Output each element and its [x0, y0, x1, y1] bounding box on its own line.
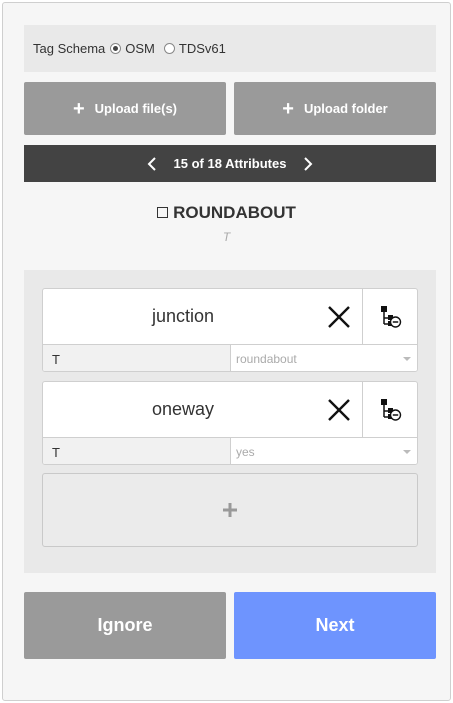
- chevron-down-icon: [403, 357, 411, 361]
- osm-radio[interactable]: [110, 43, 122, 54]
- tdsv61-radio-label: TDSv61: [178, 41, 226, 56]
- tag-card-oneway: oneway T yes: [42, 381, 418, 465]
- ignore-button[interactable]: Ignore: [24, 592, 226, 659]
- tag-value: yes: [236, 445, 255, 459]
- chevron-right-icon[interactable]: [298, 154, 318, 174]
- upload-files-label: Upload file(s): [94, 101, 178, 116]
- tag-card-junction: junction T roundabout: [42, 288, 418, 372]
- tag-schema-label: Tag Schema: [33, 41, 106, 56]
- schema-option-osm[interactable]: OSM: [110, 41, 155, 56]
- osm-radio-label: OSM: [125, 41, 155, 56]
- tag-type: T: [43, 438, 231, 464]
- chevron-left-icon[interactable]: [142, 154, 162, 174]
- translation-panel: Tag Schema OSM TDSv61 + Upload file(s) +…: [2, 2, 451, 701]
- tag-list: junction T roundabout oneway T yes: [24, 270, 436, 573]
- attribute-title: ROUNDABOUT: [0, 203, 453, 223]
- upload-folder-label: Upload folder: [303, 101, 388, 116]
- tag-key[interactable]: junction: [43, 289, 323, 344]
- attribute-type: T: [222, 230, 231, 244]
- upload-folder-button[interactable]: + Upload folder: [234, 82, 436, 135]
- tag-value-select[interactable]: roundabout: [231, 345, 417, 371]
- attribute-count: 15 of 18 Attributes: [173, 156, 287, 171]
- chevron-down-icon: [403, 450, 411, 454]
- tree-remove-icon[interactable]: [362, 289, 417, 344]
- checkbox-icon: [157, 207, 169, 218]
- plus-icon: [223, 503, 237, 517]
- attribute-pager: 15 of 18 Attributes: [24, 145, 436, 182]
- tag-type: T: [43, 345, 231, 371]
- tdsv61-radio[interactable]: [163, 43, 175, 54]
- plus-icon: +: [282, 97, 294, 120]
- upload-files-button[interactable]: + Upload file(s): [24, 82, 226, 135]
- add-tag-button[interactable]: [42, 473, 418, 547]
- tree-remove-icon[interactable]: [362, 382, 417, 437]
- next-button[interactable]: Next: [234, 592, 436, 659]
- tag-value-select[interactable]: yes: [231, 438, 417, 464]
- tag-key[interactable]: oneway: [43, 382, 323, 437]
- tag-value: roundabout: [236, 352, 297, 366]
- close-icon[interactable]: [316, 289, 362, 344]
- schema-option-tdsv61[interactable]: TDSv61: [163, 41, 226, 56]
- tag-schema-selector: Tag Schema OSM TDSv61: [24, 25, 436, 72]
- close-icon[interactable]: [316, 382, 362, 437]
- tag-detail-row: T roundabout: [43, 344, 417, 371]
- tag-detail-row: T yes: [43, 437, 417, 464]
- plus-icon: +: [72, 97, 85, 120]
- attribute-name: ROUNDABOUT: [173, 203, 296, 222]
